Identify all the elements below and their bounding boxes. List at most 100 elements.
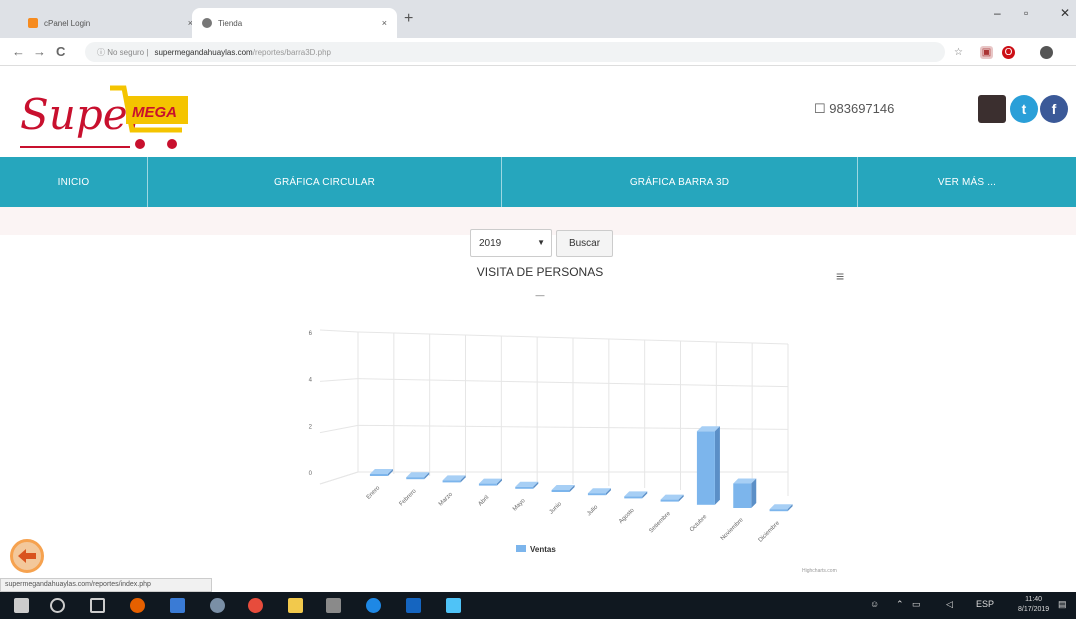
y-tick-label: 6: [309, 331, 313, 337]
tab-tienda[interactable]: Tienda ×: [192, 8, 397, 38]
tab-close-icon[interactable]: ×: [382, 18, 387, 28]
chevron-down-icon: ▼: [537, 238, 545, 247]
x-tick-label: Abril: [478, 495, 491, 508]
year-value: 2019: [479, 237, 502, 249]
x-tick-label: Julio: [586, 504, 599, 517]
nav-item-grafica-circular[interactable]: GRÁFICA CIRCULAR: [148, 157, 502, 207]
year-select[interactable]: 2019 ▼: [470, 229, 552, 257]
star-icon[interactable]: ☆: [952, 46, 965, 59]
chart-menu-icon[interactable]: ≡: [836, 268, 844, 284]
url-host: supermegandahuaylas.com: [154, 47, 253, 57]
supermega-logo[interactable]: Super MEGA: [20, 76, 200, 156]
legend[interactable]: Ventas: [516, 545, 556, 554]
close-window-button[interactable]: ✕: [1060, 6, 1070, 20]
y-axis-ticks: 0 2 4 6: [309, 331, 313, 477]
cart-icon: MEGA: [110, 85, 188, 149]
app-icon[interactable]: [170, 598, 185, 613]
nav-item-inicio[interactable]: INICIO: [0, 157, 148, 207]
new-tab-button[interactable]: +: [404, 10, 413, 28]
chrome-icon[interactable]: [248, 598, 263, 613]
bar-diciembre: [769, 509, 788, 512]
x-tick-label: Noviembre: [720, 517, 745, 542]
app-icon[interactable]: [210, 598, 225, 613]
x-tick-label: Febrero: [399, 488, 419, 508]
site-header: Super MEGA ☐ 983697146 t f: [0, 66, 1076, 154]
back-button[interactable]: [10, 539, 44, 573]
opera-icon[interactable]: O: [1002, 46, 1015, 59]
gridline: [319, 329, 359, 333]
browser-tabstrip: cPanel Login × Tienda × + – ▫ ✕: [0, 0, 1076, 38]
search-button[interactable]: Buscar: [556, 230, 613, 257]
chart-credits: Highcharts.com: [802, 568, 837, 574]
legend-label-ventas: Ventas: [530, 545, 556, 554]
y-tick-label: 4: [309, 378, 313, 384]
url-input[interactable]: ⓘ No seguro | supermegandahuaylas.com /r…: [85, 42, 945, 62]
bar-mayo: [515, 486, 534, 489]
tray-chevron-icon[interactable]: ⌃: [896, 599, 904, 610]
phone-icon: ☐: [814, 101, 826, 116]
task-view-icon[interactable]: [90, 598, 105, 613]
extension-icon[interactable]: ▣: [980, 46, 993, 59]
app-icon[interactable]: [446, 598, 461, 613]
app-icon[interactable]: [406, 598, 421, 613]
url-path: /reportes/barra3D.php: [252, 47, 331, 57]
bar-side: [714, 426, 720, 505]
bar-julio: [587, 493, 606, 496]
back-arrow-icon[interactable]: ←: [12, 44, 25, 59]
y-tick-label: 0: [309, 471, 313, 477]
windows-start-icon[interactable]: [14, 598, 29, 613]
maximize-button[interactable]: ▫: [1024, 6, 1028, 20]
search-icon[interactable]: [50, 598, 65, 613]
app-icon[interactable]: [326, 598, 341, 613]
bar-junio: [551, 490, 570, 492]
bar-side: [751, 478, 757, 508]
x-tick-label: Agosto: [618, 507, 636, 525]
bar-febrero: [406, 477, 425, 480]
nav-item-ver-mas[interactable]: VER MÁS ...: [858, 157, 1076, 207]
visitas-chart: VISITA DE PERSONAS — 0 2 4 6 Enero Febrero Ma…: [309, 265, 837, 574]
arrow-left-icon: [18, 549, 36, 563]
notifications-icon[interactable]: ▤: [1058, 599, 1067, 610]
facebook-icon[interactable]: f: [1040, 95, 1068, 123]
forward-arrow-icon[interactable]: →: [33, 44, 46, 59]
x-tick-label: Mayo: [512, 498, 527, 513]
security-indicator[interactable]: ⓘ No seguro |: [97, 47, 148, 58]
chart-title: VISITA DE PERSONAS: [477, 265, 603, 279]
x-tick-label: Marzo: [438, 491, 454, 507]
cpanel-favicon-icon: [28, 18, 38, 28]
windows-taskbar: ☺ ⌃ ▭ ◁ ESP 11:40 8/17/2019 ▤: [0, 592, 1076, 619]
twitter-icon[interactable]: t: [1010, 95, 1038, 123]
clock-date: 8/17/2019: [1018, 606, 1050, 613]
x-tick-label: Enero: [366, 485, 382, 501]
bar-agosto: [624, 496, 643, 499]
instagram-icon[interactable]: [978, 95, 1006, 123]
y-tick-label: 2: [309, 424, 313, 430]
chart-bars: [369, 426, 793, 512]
gridline: [319, 378, 359, 382]
language-indicator[interactable]: ESP: [976, 599, 994, 609]
firefox-icon[interactable]: [130, 598, 145, 613]
file-explorer-icon[interactable]: [288, 598, 303, 613]
reload-icon[interactable]: C: [56, 44, 65, 59]
nav-item-grafica-barra-3d[interactable]: GRÁFICA BARRA 3D: [502, 157, 858, 207]
bar-octubre: [696, 431, 715, 505]
bar-marzo: [442, 480, 461, 483]
main-nav: INICIO GRÁFICA CIRCULAR GRÁFICA BARRA 3D…: [0, 157, 1076, 207]
people-icon[interactable]: ☺: [870, 599, 879, 609]
network-icon[interactable]: ▭: [912, 599, 921, 610]
volume-icon[interactable]: ◁: [946, 599, 953, 610]
clock[interactable]: 11:40 8/17/2019: [1018, 595, 1049, 615]
x-tick-label: Diciembre: [758, 520, 782, 544]
globe-icon: [202, 18, 212, 28]
logo-badge: MEGA: [132, 104, 177, 121]
gridline: [319, 424, 359, 434]
x-tick-label: Setiembre: [648, 510, 672, 534]
tab-cpanel[interactable]: cPanel Login ×: [18, 8, 203, 38]
tab-title: Tienda: [218, 18, 243, 28]
x-tick-label: Octubre: [689, 514, 709, 534]
address-bar-row: ← → C ⓘ No seguro | supermegandahuaylas.…: [0, 38, 1076, 66]
profile-icon[interactable]: [1040, 46, 1053, 59]
phone-number: 983697146: [829, 101, 895, 116]
edge-icon[interactable]: [366, 598, 381, 613]
minimize-button[interactable]: –: [994, 6, 1001, 20]
